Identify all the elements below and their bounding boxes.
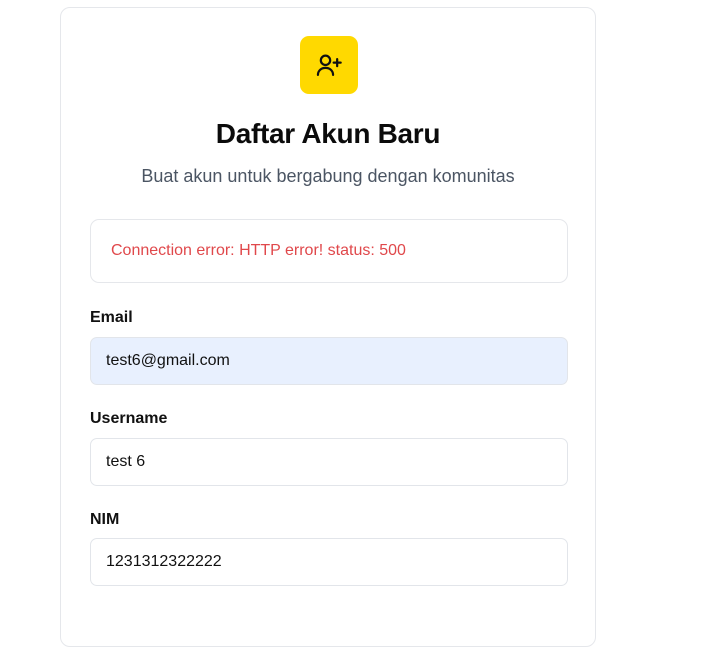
user-plus-icon	[300, 36, 358, 94]
error-message: Connection error: HTTP error! status: 50…	[111, 242, 406, 259]
page-subtitle: Buat akun untuk bergabung dengan komunit…	[141, 166, 515, 186]
nim-label: NIM	[90, 511, 120, 528]
email-field[interactable]: test6@gmail.com	[90, 337, 568, 385]
error-alert: Connection error: HTTP error! status: 50…	[90, 219, 568, 283]
username-field[interactable]: test 6	[90, 438, 568, 486]
username-label: Username	[90, 410, 168, 427]
register-card: Daftar Akun Baru Buat akun untuk bergabu…	[60, 7, 596, 647]
email-label: Email	[90, 309, 133, 326]
page-title: Daftar Akun Baru	[215, 118, 441, 149]
nim-field[interactable]: 1231312322222	[90, 538, 568, 586]
